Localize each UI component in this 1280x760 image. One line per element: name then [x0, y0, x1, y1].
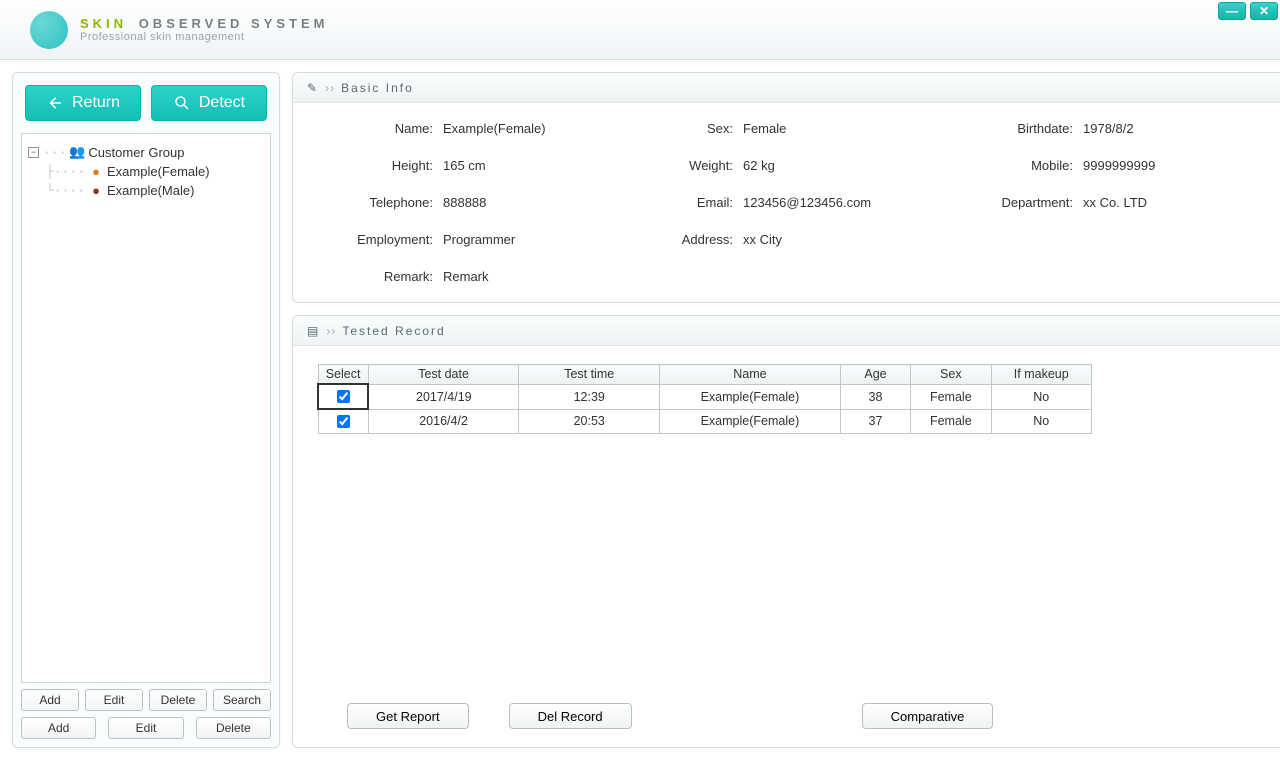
label-height: Height: [323, 158, 443, 173]
select-checkbox[interactable] [337, 415, 350, 428]
cell-name: Example(Female) [660, 384, 841, 409]
record-icon: ▤ [307, 324, 320, 338]
col-sex[interactable]: Sex [911, 365, 991, 385]
group-icon: 👥 [70, 144, 84, 160]
tree-item-male[interactable]: └···· ● Example(Male) [28, 181, 264, 200]
brand: SKIN OBSERVED SYSTEM Professional skin m… [30, 11, 328, 49]
cell-sex: Female [911, 384, 991, 409]
search-customer-button[interactable]: Search [213, 689, 271, 711]
edit-customer-button[interactable]: Edit [85, 689, 143, 711]
cell-date: 2017/4/19 [368, 384, 519, 409]
col-makeup[interactable]: If makeup [991, 365, 1092, 385]
del-record-button[interactable]: Del Record [509, 703, 632, 729]
delete-group-button[interactable]: Delete [196, 717, 271, 739]
get-report-button[interactable]: Get Report [347, 703, 469, 729]
label-email: Email: [643, 195, 743, 210]
value-birthdate: 1978/8/2 [1083, 121, 1263, 136]
basic-info-title: Basic Info [341, 81, 414, 95]
cell-time: 20:53 [519, 409, 660, 434]
value-height: 165 cm [443, 158, 643, 173]
app-header: SKIN OBSERVED SYSTEM Professional skin m… [0, 0, 1280, 60]
detect-label: Detect [199, 94, 245, 112]
table-row[interactable]: 2016/4/220:53Example(Female)37FemaleNo [318, 409, 1092, 434]
label-mobile: Mobile: [943, 158, 1083, 173]
tested-record-card: ▤ ›› Tested Record Select Test date Test… [292, 315, 1280, 748]
close-button[interactable]: ✕ [1250, 2, 1278, 20]
value-employment: Programmer [443, 232, 643, 247]
return-icon [46, 94, 64, 112]
cell-age: 38 [840, 384, 910, 409]
tree-root[interactable]: − ··· 👥 Customer Group [28, 142, 264, 162]
tree-item-female[interactable]: ├···· ● Example(Female) [28, 162, 264, 181]
chevron-icon: ›› [325, 81, 335, 95]
brand-subtitle: Professional skin management [80, 32, 328, 43]
customer-tree[interactable]: − ··· 👥 Customer Group ├···· ● Example(F… [21, 133, 271, 683]
cell-sex: Female [911, 409, 991, 434]
edit-icon: ✎ [307, 81, 319, 95]
tree-root-label: Customer Group [88, 145, 184, 160]
select-checkbox[interactable] [337, 390, 350, 403]
label-birthdate: Birthdate: [943, 121, 1083, 136]
label-name: Name: [323, 121, 443, 136]
cell-makeup: No [991, 409, 1092, 434]
cell-time: 12:39 [519, 384, 660, 409]
minimize-button[interactable]: — [1218, 2, 1246, 20]
person-icon: ● [89, 183, 103, 198]
value-telephone: 888888 [443, 195, 643, 210]
select-cell[interactable] [318, 409, 368, 434]
comparative-button[interactable]: Comparative [862, 703, 994, 729]
cell-name: Example(Female) [660, 409, 841, 434]
logo-icon [30, 11, 68, 49]
add-group-button[interactable]: Add [21, 717, 96, 739]
basic-info-card: ✎ ›› Basic Info Name: Example(Female) Se… [292, 72, 1280, 303]
label-sex: Sex: [643, 121, 743, 136]
col-date[interactable]: Test date [368, 365, 519, 385]
person-icon: ● [89, 164, 103, 179]
col-name[interactable]: Name [660, 365, 841, 385]
table-row[interactable]: 2017/4/1912:39Example(Female)38FemaleNo [318, 384, 1092, 409]
col-age[interactable]: Age [840, 365, 910, 385]
label-employment: Employment: [323, 232, 443, 247]
detect-icon [173, 94, 191, 112]
label-telephone: Telephone: [323, 195, 443, 210]
col-time[interactable]: Test time [519, 365, 660, 385]
return-label: Return [72, 94, 120, 112]
sidebar: Return Detect − ··· 👥 Customer Group ├··… [12, 72, 280, 748]
edit-group-button[interactable]: Edit [108, 717, 183, 739]
detect-button[interactable]: Detect [151, 85, 267, 121]
tree-item-label: Example(Female) [107, 164, 210, 179]
label-address: Address: [643, 232, 743, 247]
value-weight: 62 kg [743, 158, 943, 173]
cell-makeup: No [991, 384, 1092, 409]
tested-record-title: Tested Record [342, 324, 445, 338]
brand-text-2: OBSERVED SYSTEM [139, 16, 329, 31]
cell-date: 2016/4/2 [368, 409, 519, 434]
delete-customer-button[interactable]: Delete [149, 689, 207, 711]
chevron-icon: ›› [326, 324, 336, 338]
value-remark: Remark [443, 269, 643, 284]
value-department: xx Co. LTD [1083, 195, 1263, 210]
value-name: Example(Female) [443, 121, 643, 136]
col-select[interactable]: Select [318, 365, 368, 385]
value-address: xx City [743, 232, 943, 247]
return-button[interactable]: Return [25, 85, 141, 121]
cell-age: 37 [840, 409, 910, 434]
select-cell[interactable] [318, 384, 368, 409]
tree-item-label: Example(Male) [107, 183, 194, 198]
value-mobile: 9999999999 [1083, 158, 1263, 173]
value-email: 123456@123456.com [743, 195, 943, 210]
value-sex: Female [743, 121, 943, 136]
records-table: Select Test date Test time Name Age Sex … [317, 364, 1092, 434]
label-department: Department: [943, 195, 1083, 210]
label-remark: Remark: [323, 269, 443, 284]
brand-text-1: SKIN [80, 16, 127, 31]
label-weight: Weight: [643, 158, 743, 173]
collapse-icon[interactable]: − [28, 147, 39, 158]
add-customer-button[interactable]: Add [21, 689, 79, 711]
